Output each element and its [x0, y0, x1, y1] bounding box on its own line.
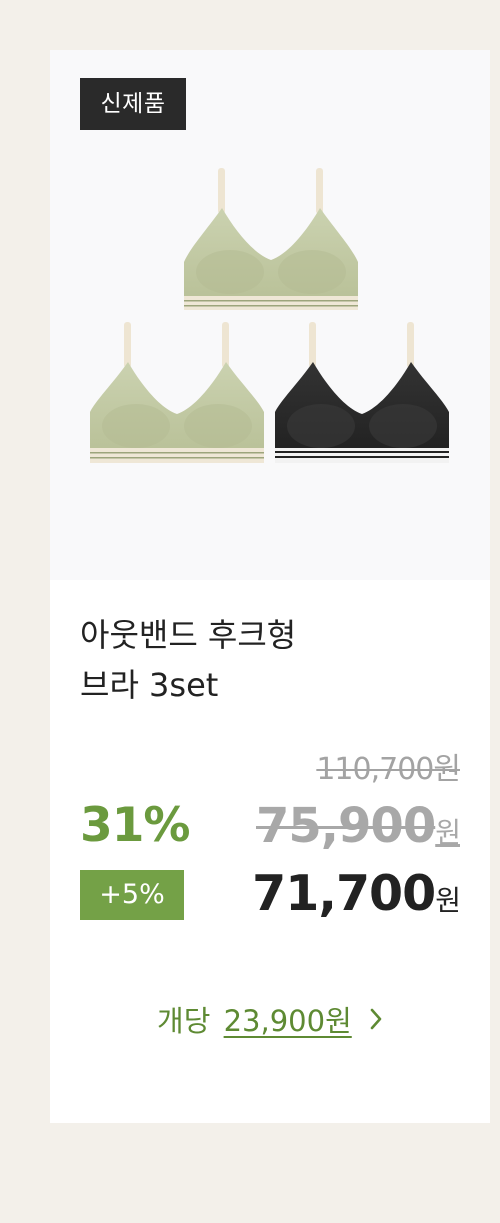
- bra-olive-left: [90, 322, 264, 463]
- discount-rate: 31%: [80, 798, 190, 853]
- bra-black-right: [275, 322, 449, 463]
- extra-discount-badge: +5%: [80, 870, 184, 920]
- bra-olive-top: [184, 168, 358, 310]
- product-title-line-2: 브라 3set: [80, 666, 219, 704]
- new-product-badge: 신제품: [80, 78, 186, 130]
- per-unit-label: 개당: [157, 1004, 211, 1038]
- sale-price: 75,900원: [256, 798, 461, 854]
- original-price: 110,700원: [316, 752, 461, 787]
- product-image[interactable]: [50, 150, 490, 480]
- sale-price-unit: 원: [435, 816, 461, 849]
- per-unit-price-link[interactable]: 개당 23,900원: [50, 998, 490, 1040]
- final-price-value: 71,700: [252, 865, 436, 922]
- final-price-unit: 원: [435, 884, 461, 917]
- chevron-right-icon: [369, 1004, 383, 1038]
- final-price: 71,700원: [252, 865, 461, 922]
- product-image-area[interactable]: 신제품: [50, 50, 490, 580]
- product-card[interactable]: 신제품 아웃밴드 후크형 브라 3set 110,700원 31% 75,900…: [50, 50, 490, 1123]
- sale-price-value: 75,900: [256, 798, 436, 854]
- product-title[interactable]: 아웃밴드 후크형 브라 3set: [80, 610, 460, 710]
- per-unit-price: 23,900원: [223, 1004, 352, 1038]
- product-title-line-1: 아웃밴드 후크형: [80, 616, 297, 654]
